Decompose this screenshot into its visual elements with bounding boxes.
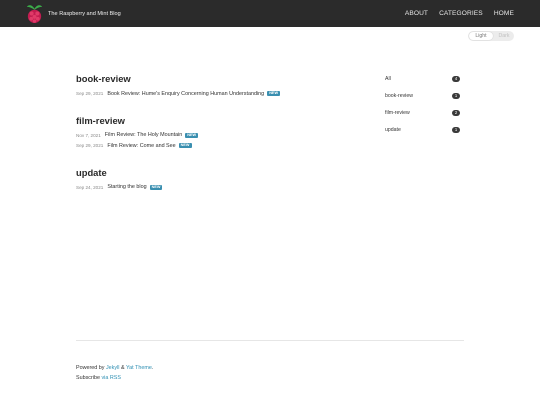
powered-by-line: Powered by Jekyll & Yat Theme.: [76, 364, 153, 374]
category-heading: film-review: [76, 114, 125, 126]
rss-link[interactable]: via RSS: [101, 375, 120, 381]
post-date: Sep 24, 2021: [76, 184, 104, 190]
count-badge: 4: [452, 75, 460, 82]
nav-home[interactable]: HOME: [494, 10, 514, 17]
jekyll-link[interactable]: Jekyll: [106, 365, 119, 371]
category-group-film-review: film-review Nov 7, 2021 Film Review: The…: [76, 114, 366, 150]
count-badge: 2: [452, 109, 460, 116]
period-text: .: [151, 365, 154, 371]
category-sidebar: All 4 book-review 1 film-review 2 update…: [383, 73, 460, 141]
theme-light-option[interactable]: Light: [469, 32, 493, 40]
sidebar-item-film-review[interactable]: film-review 2: [383, 107, 460, 119]
new-badge: NEW: [185, 132, 199, 138]
new-badge: NEW: [178, 143, 192, 149]
theme-toggle[interactable]: Light Dark: [468, 31, 514, 41]
post-item: Nov 7, 2021 Film Review: The Holy Mounta…: [76, 132, 366, 140]
site-brand[interactable]: The Raspberry and Mint Blog: [25, 3, 121, 24]
category-group-update: update Sep 24, 2021 Starting the blog NE…: [76, 166, 366, 192]
post-link[interactable]: Film Review: Come and See: [107, 143, 175, 149]
powered-by-text: Powered by: [76, 365, 106, 371]
subscribe-text: Subscribe: [76, 374, 102, 381]
category-heading: update: [76, 166, 107, 178]
post-date: Nov 7, 2021: [76, 132, 101, 138]
nav-about[interactable]: ABOUT: [405, 10, 428, 17]
category-heading: book-review: [76, 73, 131, 84]
theme-dark-option[interactable]: Dark: [495, 32, 513, 40]
category-posts: book-review Sep 29, 2021 Book Review: Hu…: [76, 72, 366, 207]
post-link[interactable]: Book Review: Hume's Enquiry Concerning H…: [107, 91, 264, 97]
count-badge: 1: [452, 92, 460, 99]
yat-theme-link[interactable]: Yat Theme: [126, 365, 152, 371]
sidebar-item-label: film-review: [385, 109, 410, 116]
sidebar-item-label: All: [385, 75, 391, 82]
category-group-book-review: book-review Sep 29, 2021 Book Review: Hu…: [76, 72, 366, 98]
site-title[interactable]: The Raspberry and Mint Blog: [48, 11, 121, 17]
sidebar-item-book-review[interactable]: book-review 1: [383, 90, 460, 102]
subscribe-line: Subscribe via RSS: [76, 374, 153, 384]
site-header: The Raspberry and Mint Blog ABOUT CATEGO…: [0, 0, 540, 27]
new-badge: NEW: [149, 184, 163, 190]
post-link[interactable]: Starting the blog: [107, 184, 146, 190]
raspberry-logo-icon: [26, 5, 43, 23]
post-date: Sep 29, 2021: [76, 143, 104, 149]
count-badge: 1: [452, 126, 460, 133]
main-nav: ABOUT CATEGORIES HOME: [394, 0, 514, 27]
footer-divider: [76, 340, 464, 341]
post-item: Sep 29, 2021 Book Review: Hume's Enquiry…: [76, 90, 366, 98]
new-badge: NEW: [267, 91, 281, 97]
site-footer: Powered by Jekyll & Yat Theme. Subscribe…: [76, 364, 153, 383]
sidebar-item-all[interactable]: All 4: [383, 73, 460, 85]
nav-categories[interactable]: CATEGORIES: [439, 10, 483, 17]
post-item: Sep 24, 2021 Starting the blog NEW: [76, 184, 366, 192]
sidebar-item-update[interactable]: update 1: [383, 124, 460, 136]
post-link[interactable]: Film Review: The Holy Mountain: [105, 132, 183, 138]
post-item: Sep 29, 2021 Film Review: Come and See N…: [76, 142, 366, 150]
post-date: Sep 29, 2021: [76, 91, 104, 97]
sidebar-item-label: update: [385, 126, 401, 133]
sidebar-item-label: book-review: [385, 92, 413, 99]
